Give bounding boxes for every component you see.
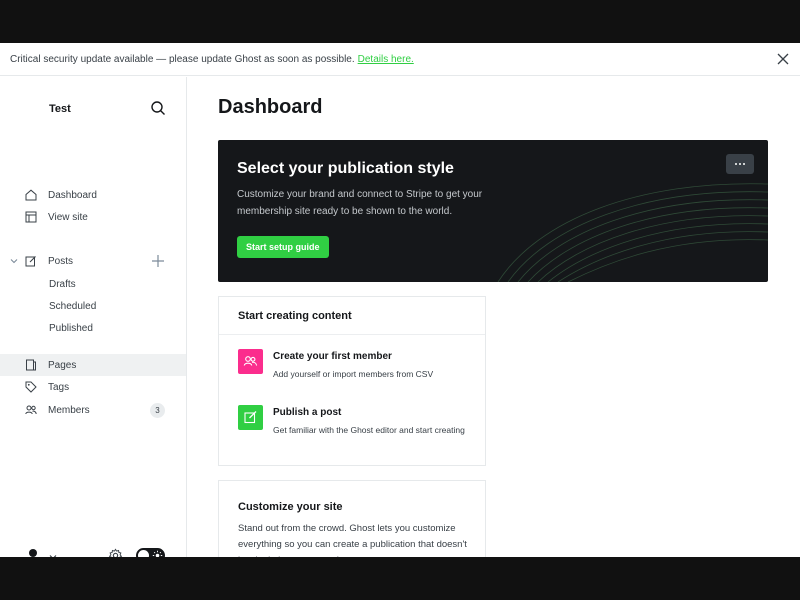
avatar[interactable] (22, 545, 44, 557)
home-icon (25, 189, 37, 201)
customize-site-card: Customize your site Stand out from the c… (218, 480, 486, 557)
ghost-admin-app: Critical security update available — ple… (0, 43, 800, 557)
sidebar-item-label: Posts (48, 256, 74, 267)
gear-icon[interactable] (108, 548, 123, 557)
security-update-banner: Critical security update available — ple… (0, 43, 800, 76)
toggle-knob (138, 550, 149, 557)
dark-mode-toggle[interactable] (136, 548, 165, 557)
plus-icon[interactable] (151, 254, 165, 268)
dot (739, 163, 741, 165)
card-title: Start creating content (238, 310, 352, 322)
sidebar-item-label: Drafts (49, 279, 76, 290)
card-header: Start creating content (219, 297, 485, 335)
hero-title: Select your publication style (237, 160, 454, 177)
banner-message: Critical security update available — ple… (10, 53, 355, 65)
pages-icon (26, 359, 36, 371)
card-title: Customize your site (238, 501, 343, 513)
sidebar-item-view-site[interactable]: View site (0, 206, 186, 228)
sidebar-item-pages[interactable]: Pages (0, 354, 186, 376)
task-description: Add yourself or import members from CSV (273, 369, 434, 379)
edit-icon (238, 405, 263, 430)
hero-description: Customize your brand and connect to Stri… (237, 189, 483, 217)
start-creating-content-card: Start creating content Create your first… (218, 296, 486, 466)
sun-icon (152, 550, 163, 557)
sidebar: Test Dashboard View site Posts Drafts Sc… (0, 77, 187, 557)
letterbox-bottom (0, 557, 800, 600)
page-title: Dashboard (218, 96, 323, 118)
task-description: Get familiar with the Ghost editor and s… (273, 425, 465, 435)
card-description: Stand out from the crowd. Ghost lets you… (238, 523, 467, 557)
more-options-button[interactable] (726, 154, 754, 174)
task-title: Create your first member (273, 351, 392, 362)
start-setup-guide-button[interactable]: Start setup guide (237, 236, 329, 258)
sidebar-item-label: Members (48, 405, 90, 416)
task-title: Publish a post (273, 407, 342, 418)
sidebar-item-label: Published (49, 323, 93, 334)
publish-post-task[interactable]: Publish a post Get familiar with the Gho… (238, 405, 468, 455)
close-icon[interactable] (777, 53, 789, 65)
members-icon (238, 349, 263, 374)
create-first-member-task[interactable]: Create your first member Add yourself or… (238, 349, 468, 389)
letterbox-top (0, 0, 800, 43)
site-title[interactable]: Test (49, 103, 71, 115)
tag-icon (25, 381, 37, 393)
sidebar-item-label: Scheduled (49, 301, 97, 312)
search-icon[interactable] (150, 100, 166, 116)
sidebar-item-drafts[interactable]: Drafts (0, 273, 186, 295)
sidebar-item-tags[interactable]: Tags (0, 376, 186, 398)
publication-style-banner: Select your publication style Customize … (218, 140, 768, 282)
sidebar-item-label: Dashboard (48, 190, 97, 201)
sidebar-item-label: Tags (48, 382, 70, 393)
sidebar-item-members[interactable]: Members 3 (0, 399, 186, 421)
sidebar-item-published[interactable]: Published (0, 317, 186, 339)
chevron-down-icon[interactable] (9, 256, 19, 266)
sidebar-item-dashboard[interactable]: Dashboard (0, 184, 186, 206)
dot (735, 163, 737, 165)
dot (743, 163, 745, 165)
banner-details-link[interactable]: Details here. (358, 54, 414, 65)
edit-icon (25, 256, 36, 267)
sidebar-item-label: Pages (48, 360, 77, 371)
members-count-badge: 3 (150, 403, 165, 418)
decorative-arcs (497, 183, 768, 282)
layout-icon (25, 211, 37, 223)
sidebar-item-scheduled[interactable]: Scheduled (0, 295, 186, 317)
sidebar-item-label: View site (48, 212, 88, 223)
sidebar-item-posts[interactable]: Posts (0, 250, 186, 272)
members-icon (25, 405, 37, 415)
